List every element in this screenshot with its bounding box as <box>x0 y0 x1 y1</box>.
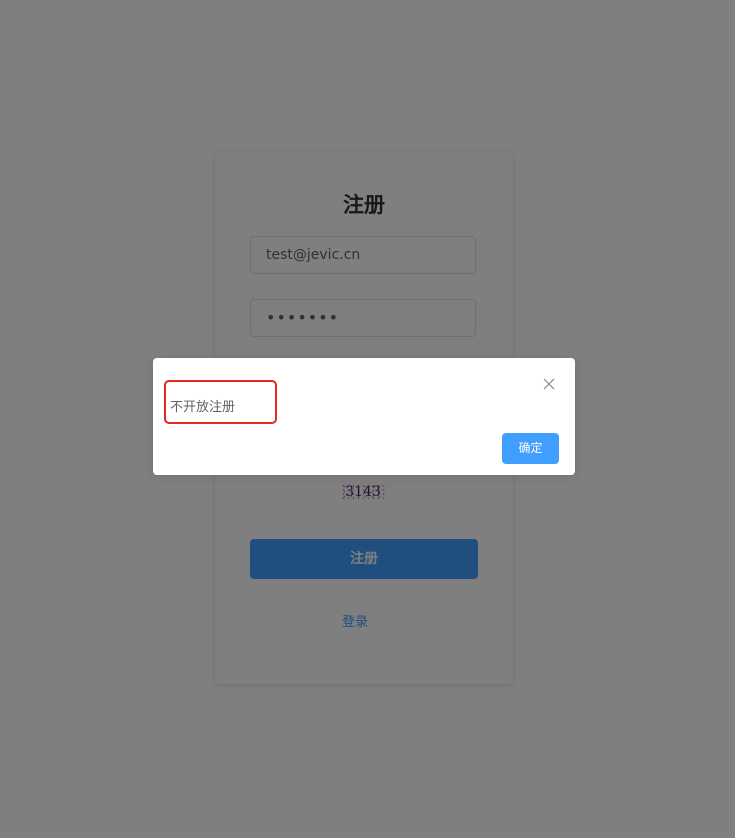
close-icon[interactable] <box>542 377 556 391</box>
message-text: 不开放注册 <box>170 400 236 415</box>
confirm-button[interactable]: 确定 <box>502 433 559 464</box>
message-box: 不开放注册 确定 <box>153 358 575 475</box>
